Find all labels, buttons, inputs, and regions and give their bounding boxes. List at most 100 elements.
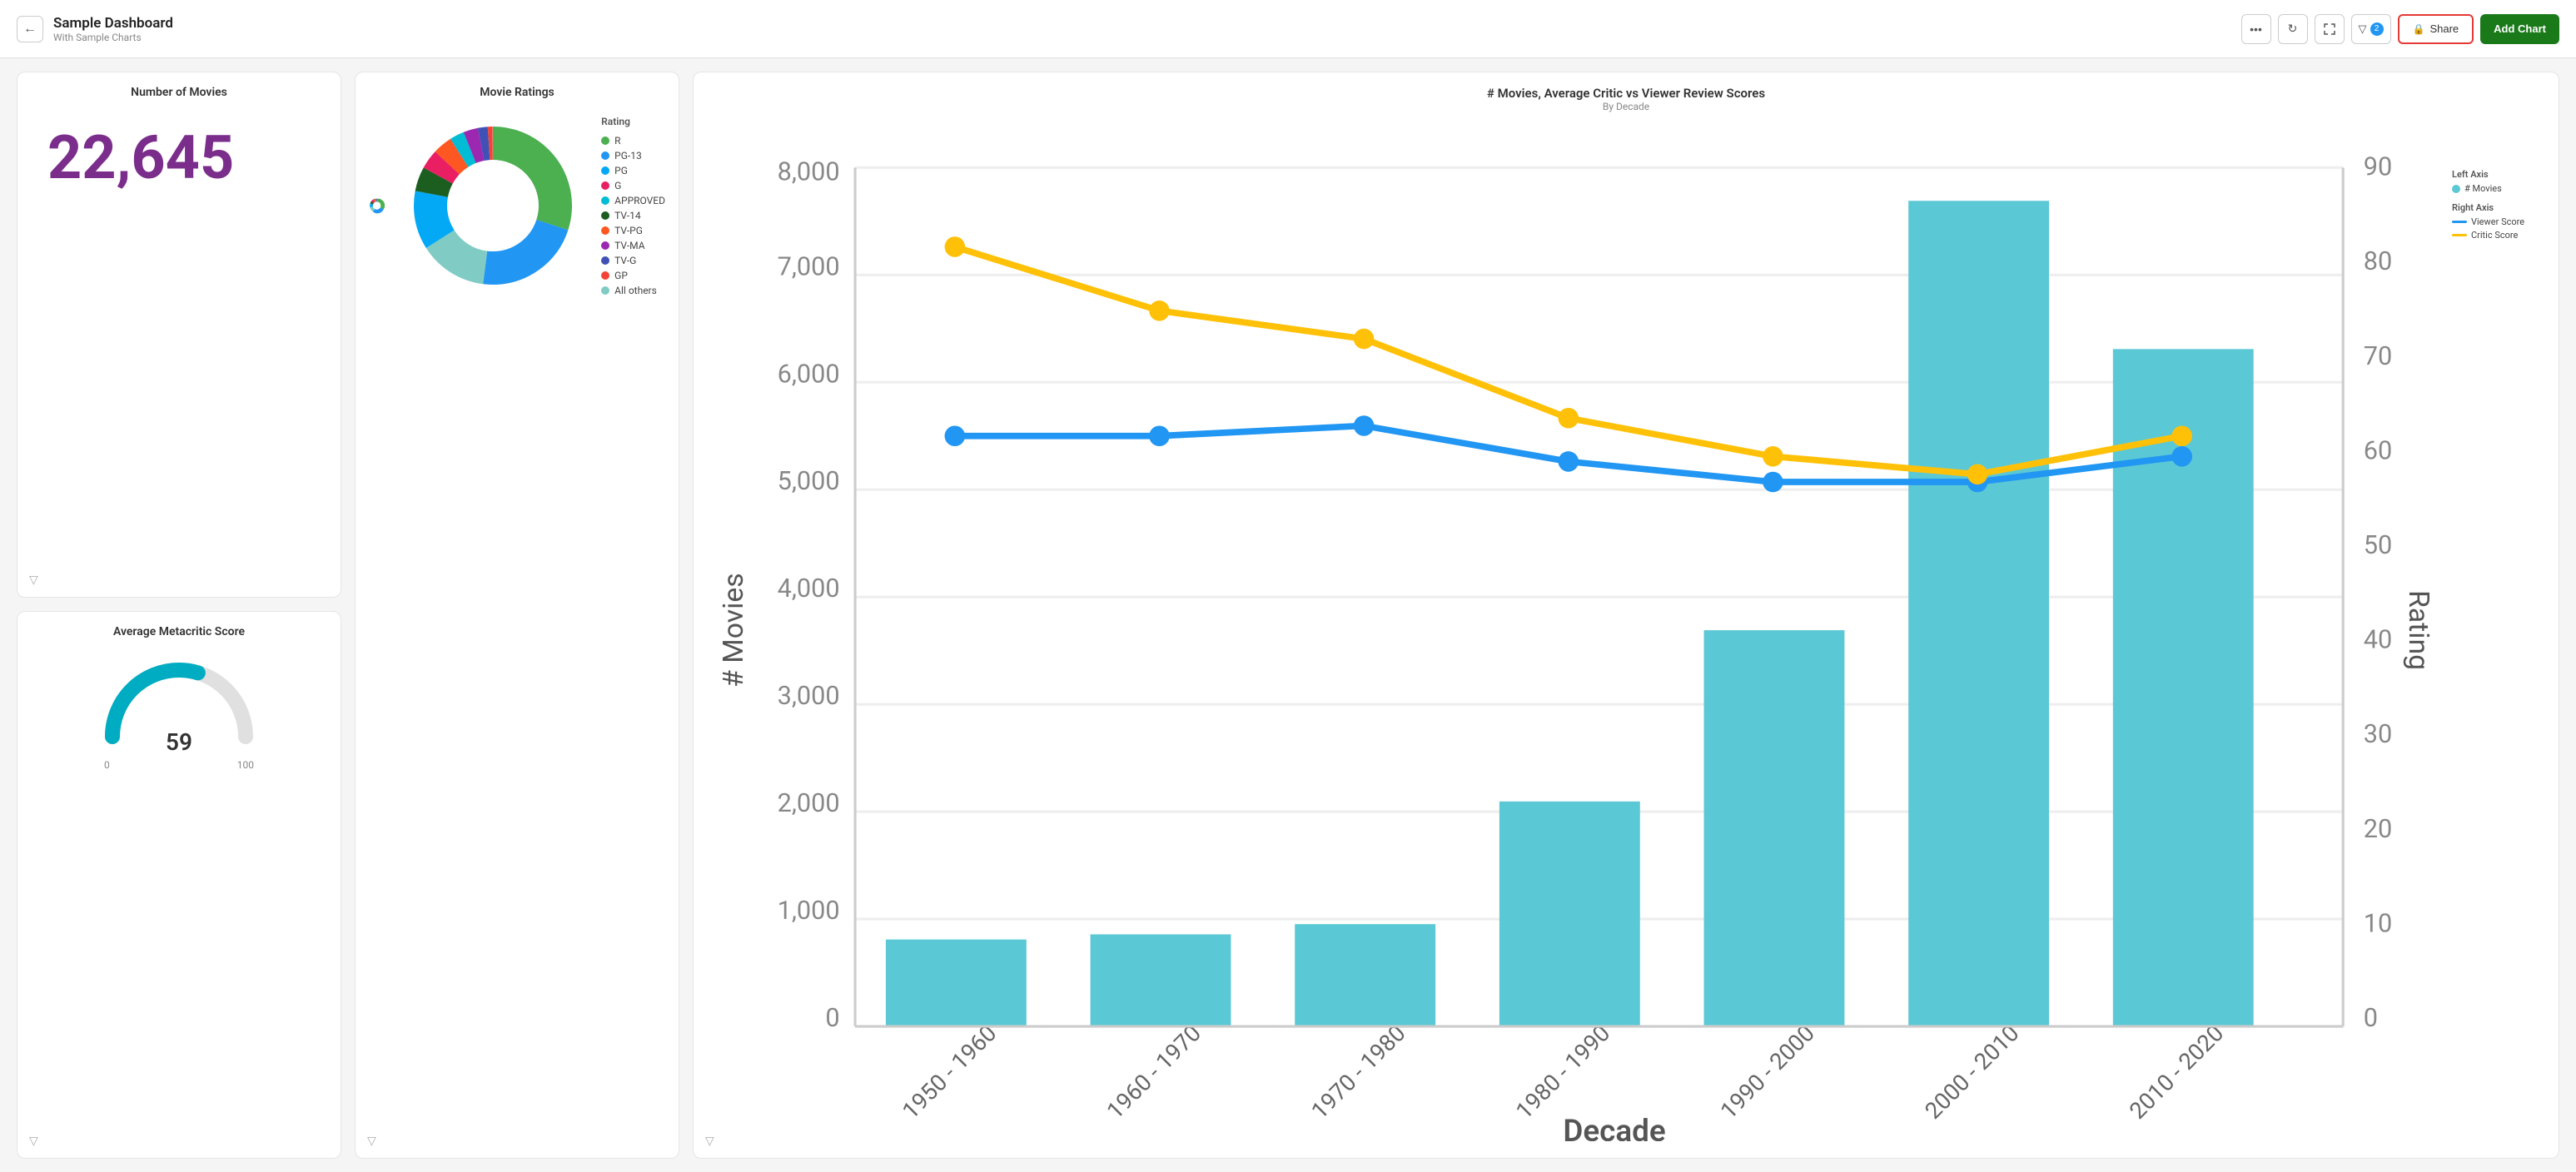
legend-title: Rating	[601, 116, 665, 127]
svg-text:3,000: 3,000	[778, 682, 840, 711]
svg-text:20: 20	[2364, 815, 2393, 844]
legend-item-g: G	[601, 180, 665, 191]
viewer-dot-1	[945, 425, 966, 446]
movie-ratings-card: Movie Ratings	[355, 72, 679, 1159]
share-label: Share	[2429, 22, 2459, 35]
combo-chart-card: # Movies, Average Critic vs Viewer Revie…	[693, 72, 2559, 1159]
number-of-movies-title: Number of Movies	[31, 86, 327, 99]
dashboard-subtitle: With Sample Charts	[53, 32, 173, 43]
viewer-dot-2	[1149, 425, 1170, 446]
bar-2000	[1908, 201, 2049, 1026]
add-chart-button[interactable]: Add Chart	[2480, 14, 2559, 44]
svg-text:90: 90	[2364, 153, 2393, 182]
more-options-button[interactable]: •••	[2241, 14, 2271, 44]
bar-1970	[1295, 924, 1435, 1026]
gauge-chart: 59 0 100	[31, 645, 327, 779]
svg-text:4,000: 4,000	[778, 574, 840, 603]
svg-text:1950 - 1960: 1950 - 1960	[897, 1020, 1002, 1125]
legend-item-tvma: TV-MA	[601, 240, 665, 251]
svg-text:Decade: Decade	[1563, 1113, 1665, 1141]
viewer-legend-line	[2452, 221, 2467, 223]
svg-text:1960 - 1970: 1960 - 1970	[1102, 1020, 1206, 1125]
viewer-dot-5	[1763, 472, 1783, 493]
svg-text:# Movies: # Movies	[718, 573, 750, 688]
card-filter-icon-score[interactable]: ▽	[29, 1135, 38, 1148]
bar-1990	[1704, 630, 1845, 1026]
svg-text:7,000: 7,000	[778, 252, 840, 281]
back-button[interactable]: ←	[17, 16, 43, 42]
viewer-dot-4	[1559, 451, 1579, 472]
svg-text:1,000: 1,000	[778, 896, 840, 926]
fullscreen-button[interactable]	[2315, 14, 2345, 44]
viewer-legend-item: Viewer Score	[2452, 216, 2539, 227]
movie-ratings-title: Movie Ratings	[369, 86, 665, 99]
avg-score-card: Average Metacritic Score 59 0 100 ▽	[17, 611, 341, 1159]
legend-item-gp: GP	[601, 270, 665, 281]
movies-legend-item: # Movies	[2452, 183, 2539, 194]
card-filter-icon[interactable]: ▽	[29, 574, 38, 587]
filter-button[interactable]: ▽ 2	[2351, 14, 2391, 44]
gauge-labels: 0 100	[104, 759, 254, 771]
svg-text:2000 - 2010: 2000 - 2010	[1919, 1020, 2024, 1125]
critic-legend-label: Critic Score	[2471, 230, 2518, 241]
share-button[interactable]: 🔒 Share	[2398, 14, 2474, 44]
critic-legend-item: Critic Score	[2452, 230, 2539, 241]
bar-1980	[1499, 802, 1640, 1026]
card-filter-icon-ratings[interactable]: ▽	[367, 1135, 376, 1148]
critic-legend-line	[2452, 234, 2467, 236]
svg-text:1990 - 2000: 1990 - 2000	[1715, 1020, 1820, 1125]
header-right: ••• ↻ ▽ 2 🔒 Share Add Chart	[2241, 14, 2560, 44]
critic-dot-5	[1763, 446, 1783, 467]
combo-chart-svg-wrap: # Movies Rating 0 1,000 2,000 3,000 4,00…	[707, 119, 2445, 1145]
movies-legend-label: # Movies	[2464, 183, 2502, 194]
svg-text:30: 30	[2364, 720, 2393, 749]
critic-dot-1	[945, 236, 966, 257]
svg-text:6,000: 6,000	[778, 360, 840, 389]
svg-text:1980 - 1990: 1980 - 1990	[1510, 1020, 1615, 1125]
left-axis-legend: Left Axis # Movies	[2452, 169, 2539, 194]
svg-text:10: 10	[2364, 909, 2393, 938]
viewer-dot-3	[1354, 415, 1375, 436]
ratings-legend: Rating R PG-13 PG G APPROVED TV-14 TV-PG…	[601, 116, 665, 296]
combo-chart-legend: Left Axis # Movies Right Axis Viewer Sco…	[2445, 119, 2545, 249]
critic-dot-7	[2171, 425, 2192, 446]
gauge-value: 59	[166, 728, 192, 756]
legend-item-pg13: PG-13	[601, 150, 665, 161]
svg-text:70: 70	[2364, 342, 2393, 371]
svg-text:2010 - 2020: 2010 - 2020	[2124, 1020, 2229, 1125]
svg-text:40: 40	[2364, 626, 2393, 655]
movies-count-value: 22,645	[31, 106, 327, 218]
critic-dot-6	[1967, 464, 1988, 485]
donut-chart	[369, 114, 385, 297]
refresh-button[interactable]: ↻	[2278, 14, 2308, 44]
gauge-min: 0	[104, 759, 110, 771]
critic-dot-2	[1149, 300, 1170, 321]
legend-item-pg: PG	[601, 165, 665, 176]
filter-icon: ▽	[2359, 22, 2367, 36]
svg-text:50: 50	[2364, 531, 2393, 560]
svg-text:0: 0	[825, 1004, 839, 1033]
combo-chart-subtitle: By Decade	[707, 101, 2545, 112]
right-axis-legend-title: Right Axis	[2452, 202, 2539, 213]
svg-text:2,000: 2,000	[778, 789, 840, 818]
dashboard-title: Sample Dashboard	[53, 15, 173, 32]
combo-chart-svg: # Movies Rating 0 1,000 2,000 3,000 4,00…	[707, 119, 2445, 1141]
svg-text:1970 - 1980: 1970 - 1980	[1305, 1020, 1410, 1125]
bar-1950	[886, 940, 1027, 1026]
gauge-max: 100	[237, 759, 254, 771]
card-filter-icon-combo[interactable]: ▽	[705, 1135, 714, 1148]
svg-text:80: 80	[2364, 247, 2393, 276]
legend-item-tv14: TV-14	[601, 210, 665, 221]
svg-text:5,000: 5,000	[778, 467, 840, 496]
legend-item-tvg: TV-G	[601, 255, 665, 266]
donut-chart-area: Rating R PG-13 PG G APPROVED TV-14 TV-PG…	[369, 106, 665, 305]
legend-item-tvpg: TV-PG	[601, 225, 665, 236]
dashboard-grid: Number of Movies 22,645 ▽ Movie Ratings	[0, 58, 2576, 1172]
header: ← Sample Dashboard With Sample Charts ••…	[0, 0, 2576, 58]
donut-chart-svg-container	[401, 114, 584, 297]
critic-dot-3	[1354, 329, 1375, 350]
header-left: ← Sample Dashboard With Sample Charts	[17, 15, 173, 43]
combo-chart-title: # Movies, Average Critic vs Viewer Revie…	[707, 86, 2545, 101]
lock-icon: 🔒	[2413, 23, 2425, 35]
number-of-movies-card: Number of Movies 22,645 ▽	[17, 72, 341, 598]
